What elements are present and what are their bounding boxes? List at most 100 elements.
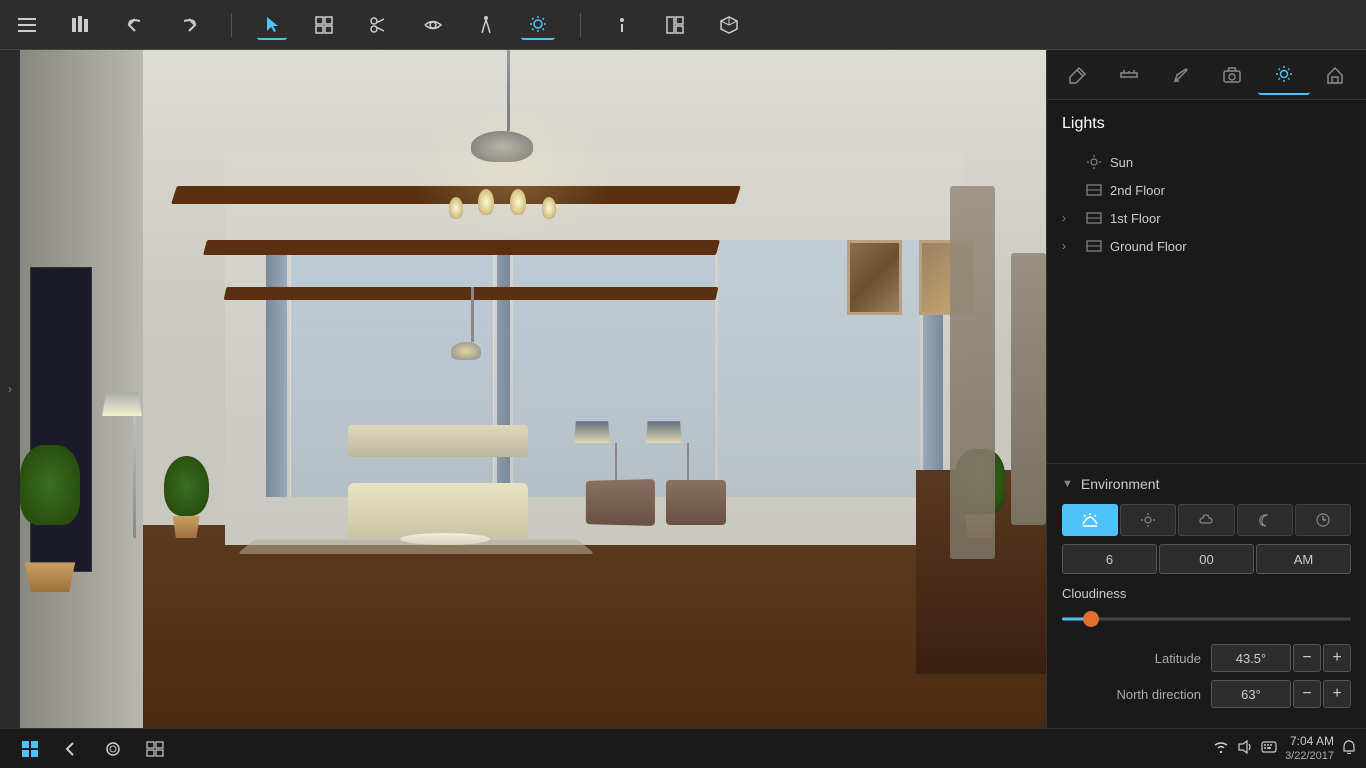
coffee-table (400, 533, 490, 545)
draw-icon[interactable] (1155, 55, 1207, 95)
floor-lamp-left-shade (102, 392, 142, 416)
time-minute-box[interactable]: 00 (1159, 544, 1254, 574)
light-item-ground-floor[interactable]: › Ground Floor (1062, 232, 1351, 260)
armchair-1 (586, 479, 655, 526)
window-1 (290, 240, 494, 498)
camera-snap-icon[interactable] (1207, 55, 1259, 95)
select-tool-icon[interactable] (257, 10, 287, 40)
time-night-btn[interactable] (1237, 504, 1293, 536)
system-clock[interactable]: 7:04 AM 3/22/2017 (1285, 734, 1334, 764)
lights-spacer (1047, 275, 1366, 463)
cloudiness-label: Cloudiness (1062, 586, 1351, 601)
info-icon[interactable] (606, 11, 638, 39)
pendant-shade (451, 342, 481, 360)
windows-logo-icon (22, 741, 38, 757)
sun-lighting-icon[interactable] (521, 10, 555, 40)
light-item-2nd-floor[interactable]: 2nd Floor (1062, 176, 1351, 204)
dining-chair-2 (1011, 253, 1046, 524)
sofa-seat (348, 483, 528, 538)
window-2 (513, 240, 715, 498)
redo-icon[interactable] (172, 11, 206, 39)
lights-title: Lights (1062, 115, 1351, 133)
slider-thumb[interactable] (1083, 611, 1099, 627)
sun-icon (1086, 154, 1102, 170)
left-panel-toggle[interactable]: › (0, 50, 20, 728)
task-view-button[interactable] (137, 734, 173, 764)
layout-icon[interactable] (658, 11, 692, 39)
painting-1 (847, 240, 902, 315)
north-direction-input[interactable] (1211, 680, 1291, 708)
latitude-input[interactable] (1211, 644, 1291, 672)
2nd-floor-label: 2nd Floor (1110, 183, 1165, 198)
group-objects-icon[interactable] (307, 11, 341, 39)
time-ampm-box[interactable]: AM (1256, 544, 1351, 574)
3d-cube-icon[interactable] (712, 11, 746, 39)
bulb-4 (542, 197, 556, 219)
time-custom-btn[interactable] (1295, 504, 1351, 536)
armchair-2 (666, 480, 726, 525)
library-icon[interactable] (64, 11, 98, 39)
sun-label: Sun (1110, 155, 1133, 170)
top-toolbar (0, 0, 1366, 50)
time-display: 6 00 AM (1062, 544, 1351, 574)
left-arrow-icon: › (8, 382, 12, 396)
time-sunny-btn[interactable] (1120, 504, 1176, 536)
plant-foreground (20, 445, 80, 525)
lights-section: Lights Sun 2nd Floor › 1st Floor › (1047, 100, 1366, 275)
measure-icon[interactable] (1104, 55, 1156, 95)
scene-container (20, 50, 1046, 728)
floor-1st-icon (1086, 210, 1102, 226)
time-cloudy-btn[interactable] (1178, 504, 1234, 536)
plant-leaves (164, 456, 209, 516)
keyboard-tray-icon[interactable] (1261, 740, 1277, 756)
bulb-3 (510, 189, 526, 215)
slider-track (1062, 618, 1351, 621)
north-direction-label: North direction (1062, 687, 1211, 702)
latitude-increase-btn[interactable]: + (1323, 644, 1351, 672)
floor-lamp-left-pole (133, 416, 136, 538)
volume-tray-icon[interactable] (1237, 740, 1253, 757)
walk-icon[interactable] (471, 11, 501, 39)
north-increase-btn[interactable]: + (1323, 680, 1351, 708)
table-lamp-2-shade (646, 421, 682, 443)
beam-2 (203, 240, 720, 255)
undo-icon[interactable] (118, 11, 152, 39)
environment-title: Environment (1081, 476, 1160, 492)
environment-header[interactable]: ▼ Environment (1062, 476, 1351, 492)
scissors-icon[interactable] (361, 11, 395, 39)
latitude-row: Latitude − + (1062, 644, 1351, 672)
house-view-icon[interactable] (1310, 55, 1362, 95)
chandelier-rod (507, 50, 510, 131)
hamburger-menu-icon[interactable] (10, 13, 44, 37)
cortana-button[interactable] (95, 734, 131, 764)
dining-chair-1 (950, 186, 995, 559)
curtain-mid (497, 240, 511, 498)
1st-floor-expand-icon: › (1062, 211, 1078, 225)
1st-floor-label: 1st Floor (1110, 211, 1161, 226)
time-of-day-selector (1062, 504, 1351, 536)
time-hour-box[interactable]: 6 (1062, 544, 1157, 574)
table-lamp-shade (574, 421, 610, 443)
cloudiness-slider[interactable] (1062, 609, 1351, 629)
3d-viewport[interactable] (20, 50, 1046, 728)
time-sunrise-btn[interactable] (1062, 504, 1118, 536)
ground-floor-icon (1086, 238, 1102, 254)
bulb-1 (449, 197, 463, 219)
light-item-sun[interactable]: Sun (1062, 148, 1351, 176)
taskbar: 7:04 AM 3/22/2017 (0, 728, 1366, 768)
windows-area (266, 240, 943, 498)
notification-icon[interactable] (1342, 739, 1356, 758)
eye-icon[interactable] (415, 13, 451, 37)
toolbar-sep-1 (231, 13, 232, 37)
toolbar-sep-2 (580, 13, 581, 37)
clock-date: 3/22/2017 (1285, 749, 1334, 763)
light-item-1st-floor[interactable]: › 1st Floor (1062, 204, 1351, 232)
paint-tool-icon[interactable] (1052, 55, 1104, 95)
start-button[interactable] (10, 734, 50, 764)
sun-active-icon[interactable] (1258, 55, 1310, 95)
back-nav-button[interactable] (53, 734, 89, 764)
floor (20, 525, 1046, 728)
latitude-decrease-btn[interactable]: − (1293, 644, 1321, 672)
network-tray-icon[interactable] (1213, 740, 1229, 756)
north-decrease-btn[interactable]: − (1293, 680, 1321, 708)
